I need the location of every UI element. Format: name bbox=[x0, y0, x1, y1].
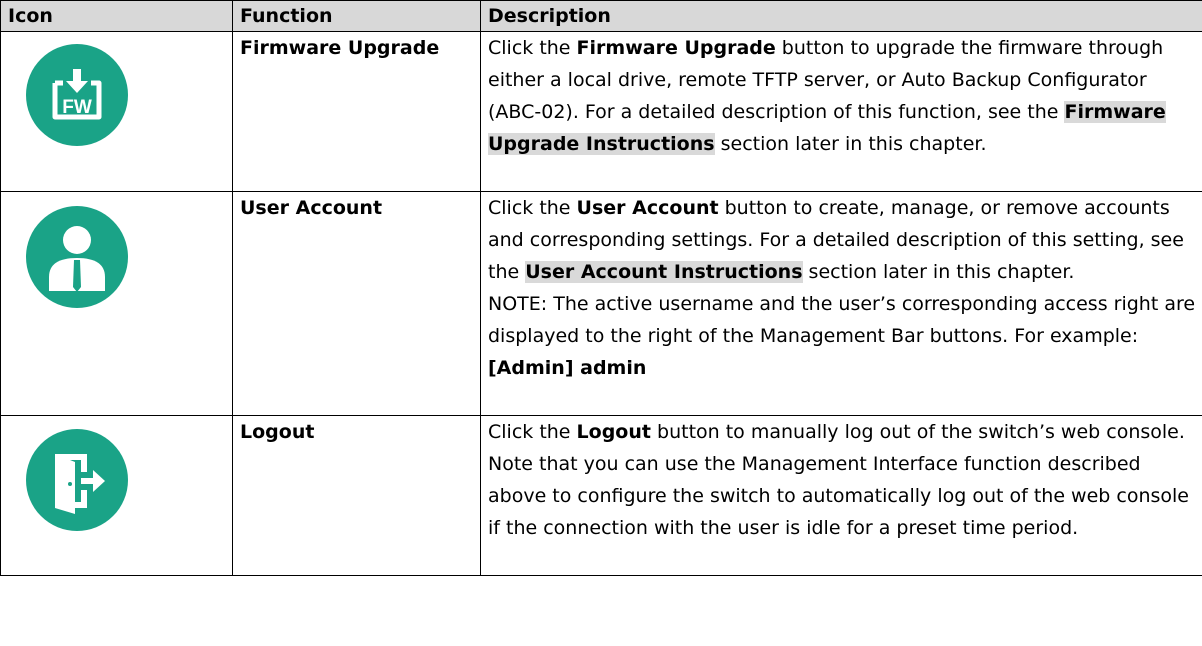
description-logout: Click the Logout button to manually log … bbox=[480, 415, 1202, 576]
user-account-icon bbox=[26, 206, 128, 308]
table-row: FW Firmware Upgrade Click the Firmware U… bbox=[0, 31, 1202, 192]
user-account-instructions-ref: User Account Instructions bbox=[525, 261, 803, 283]
table-row: Logout Click the Logout button to manual… bbox=[0, 415, 1202, 576]
description-firmware-upgrade: Click the Firmware Upgrade button to upg… bbox=[480, 31, 1202, 192]
icon-cell: FW bbox=[0, 31, 233, 192]
user-account-note: NOTE: The active username and the user’s… bbox=[488, 293, 1196, 347]
function-logout: Logout bbox=[232, 415, 481, 576]
header-function: Function bbox=[232, 0, 481, 32]
function-user-account: User Account bbox=[232, 191, 481, 416]
table-header-row: Icon Function Description bbox=[0, 0, 1202, 32]
icon-cell bbox=[0, 415, 233, 576]
function-firmware-upgrade: Firmware Upgrade bbox=[232, 31, 481, 192]
header-description: Description bbox=[480, 0, 1202, 32]
logout-icon bbox=[26, 429, 128, 531]
firmware-icon-label: FW bbox=[62, 97, 92, 118]
icon-cell bbox=[0, 191, 233, 416]
function-table: Icon Function Description FW Firmware Up… bbox=[0, 0, 1202, 576]
user-account-example: [Admin] admin bbox=[488, 357, 647, 379]
header-icon: Icon bbox=[0, 0, 233, 32]
firmware-upgrade-icon: FW bbox=[26, 44, 128, 146]
description-user-account: Click the User Account button to create,… bbox=[480, 191, 1202, 416]
table-row: User Account Click the User Account butt… bbox=[0, 191, 1202, 416]
